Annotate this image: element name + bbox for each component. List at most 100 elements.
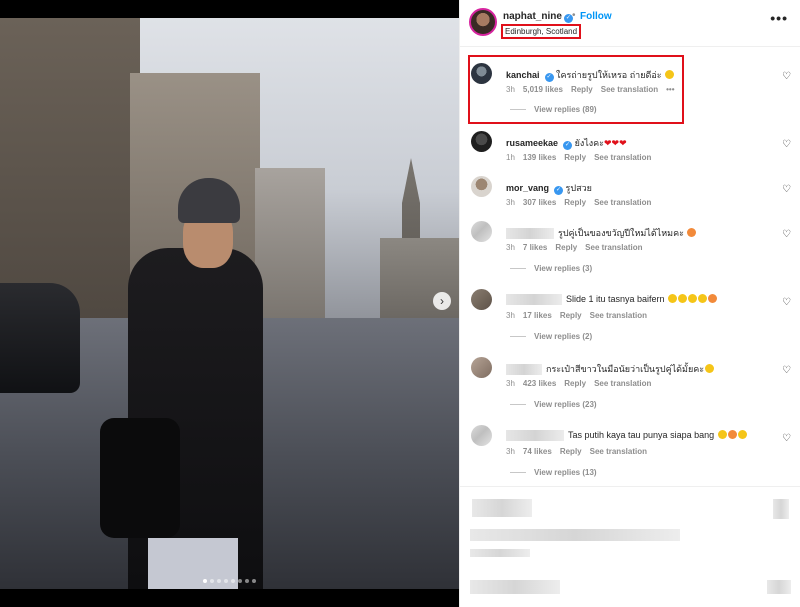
- comment-text: Slide 1 itu tasnya baifern: [506, 294, 718, 306]
- view-replies-button[interactable]: View replies (13): [510, 468, 597, 477]
- see-translation-button[interactable]: See translation: [590, 311, 647, 320]
- comment-likes[interactable]: 74 likes: [523, 447, 552, 456]
- comment-time[interactable]: 3h: [506, 198, 515, 207]
- carousel-dots: [0, 579, 459, 583]
- post-photo[interactable]: [0, 18, 459, 589]
- see-translation-button[interactable]: See translation: [594, 153, 651, 162]
- blurred-save-icon[interactable]: [773, 499, 789, 519]
- comment-body: ยังไงคะ: [574, 138, 605, 148]
- see-translation-button[interactable]: See translation: [585, 243, 642, 252]
- commenter-avatar[interactable]: [471, 425, 492, 446]
- view-replies-label[interactable]: View replies (3): [534, 264, 592, 273]
- follow-button[interactable]: Follow: [580, 11, 612, 22]
- reply-button[interactable]: Reply: [560, 311, 582, 320]
- post-header: naphat_nine ✓ • Follow Edinburgh, Scotlan…: [460, 0, 800, 46]
- like-heart-icon[interactable]: ♡: [782, 365, 791, 376]
- comment-body: รูปคู่เป็นของขวัญปีใหม่ได้ไหมคะ: [558, 228, 684, 238]
- view-replies-label[interactable]: View replies (23): [534, 400, 597, 409]
- comment-body: Slide 1 itu tasnya baifern: [566, 294, 665, 304]
- post-actions-footer: [460, 486, 800, 607]
- replies-dash: [510, 404, 526, 406]
- carousel-dot: [231, 579, 235, 583]
- reply-button[interactable]: Reply: [555, 243, 577, 252]
- carousel-dot: [252, 579, 256, 583]
- person-bag: [100, 418, 180, 538]
- comment-time[interactable]: 3h: [506, 243, 515, 252]
- reply-button[interactable]: Reply: [564, 379, 586, 388]
- view-replies-button[interactable]: View replies (2): [510, 332, 592, 341]
- blurred-likes-summary: [470, 529, 680, 541]
- reply-button[interactable]: Reply: [560, 447, 582, 456]
- commenter-avatar[interactable]: [471, 357, 492, 378]
- comment-meta: 3h 7 likes Reply See translation: [506, 243, 651, 252]
- carousel-dot: [238, 579, 242, 583]
- owner-username[interactable]: naphat_nine ✓: [503, 11, 573, 23]
- commenter-username[interactable]: rusameekae: [506, 138, 558, 148]
- blurred-username[interactable]: [506, 228, 554, 240]
- blurred-username[interactable]: [506, 430, 564, 442]
- comment-text: mor_vang ✓ รูปสวย: [506, 181, 592, 195]
- comment-text: กระเป๋าสีขาวในมือนัยว่าเป็นรูปคู่ได้มั้ย…: [506, 362, 715, 376]
- view-replies-label[interactable]: View replies (2): [534, 332, 592, 341]
- commenter-avatar[interactable]: [471, 221, 492, 242]
- heart-eyes-emoji-icon: [727, 430, 737, 439]
- comment-likes[interactable]: 7 likes: [523, 243, 547, 252]
- comment-meta: 3h 74 likes Reply See translation: [506, 447, 655, 456]
- replies-dash: [510, 268, 526, 270]
- location-link[interactable]: Edinburgh, Scotland: [501, 24, 582, 39]
- like-heart-icon[interactable]: ♡: [782, 297, 791, 308]
- comment-body: กระเป๋าสีขาวในมือนัยว่าเป็นรูปคู่ได้มั้ย…: [546, 364, 705, 374]
- see-translation-button[interactable]: See translation: [594, 379, 651, 388]
- carousel-dot: [203, 579, 207, 583]
- replies-dash: [510, 472, 526, 474]
- see-translation-button[interactable]: See translation: [594, 198, 651, 207]
- reply-button[interactable]: Reply: [564, 198, 586, 207]
- blurred-comment-box[interactable]: [470, 580, 560, 594]
- like-heart-icon[interactable]: ♡: [782, 229, 791, 240]
- view-replies-label[interactable]: View replies (13): [534, 468, 597, 477]
- like-heart-icon[interactable]: ♡: [782, 71, 791, 82]
- follow-separator: •: [572, 10, 576, 21]
- blurred-post-date: [470, 549, 530, 557]
- commenter-username[interactable]: mor_vang: [506, 183, 549, 193]
- like-heart-icon[interactable]: ♡: [782, 139, 791, 150]
- comment-likes[interactable]: 17 likes: [523, 311, 552, 320]
- replies-dash: [510, 336, 526, 338]
- comment-time[interactable]: 3h: [506, 311, 515, 320]
- comment-body: Tas putih kaya tau punya siapa bang: [568, 430, 715, 440]
- heart-eyes-emoji-icon: [687, 228, 697, 237]
- comment-time[interactable]: 3h: [506, 379, 515, 388]
- grin-emoji-icon: [678, 294, 688, 303]
- comment-likes[interactable]: 139 likes: [523, 153, 556, 162]
- blurred-action-icons[interactable]: [472, 499, 532, 517]
- like-heart-icon[interactable]: ♡: [782, 184, 791, 195]
- commenter-avatar[interactable]: [471, 176, 492, 197]
- commenter-avatar[interactable]: [471, 289, 492, 310]
- view-replies-button[interactable]: View replies (3): [510, 264, 592, 273]
- reply-button[interactable]: Reply: [564, 153, 586, 162]
- blurred-username[interactable]: [506, 364, 542, 376]
- commenter-avatar[interactable]: [471, 131, 492, 152]
- comment-text: Tas putih kaya tau punya siapa bang: [506, 430, 747, 442]
- see-translation-button[interactable]: See translation: [590, 447, 647, 456]
- comment-time[interactable]: 1h: [506, 153, 515, 162]
- like-heart-icon[interactable]: ♡: [782, 433, 791, 444]
- comment-likes[interactable]: 307 likes: [523, 198, 556, 207]
- highlight-box: [468, 55, 684, 124]
- owner-avatar[interactable]: [469, 8, 497, 36]
- verified-icon: ✓: [554, 186, 564, 195]
- grin-emoji-icon: [737, 430, 747, 439]
- grin-emoji-icon: [717, 430, 727, 439]
- grin-emoji-icon: [668, 294, 678, 303]
- blurred-post-button[interactable]: [767, 580, 791, 594]
- view-replies-button[interactable]: View replies (23): [510, 400, 597, 409]
- grin-emoji-icon: [705, 364, 715, 373]
- comment-likes[interactable]: 423 likes: [523, 379, 556, 388]
- comment-text: รูปคู่เป็นของขวัญปีใหม่ได้ไหมคะ: [506, 226, 697, 240]
- header-divider: [460, 46, 800, 47]
- comment-time[interactable]: 3h: [506, 447, 515, 456]
- owner-username-text[interactable]: naphat_nine: [503, 11, 562, 22]
- next-photo-button[interactable]: ›: [433, 292, 451, 310]
- more-options-icon[interactable]: •••: [770, 10, 788, 26]
- blurred-username[interactable]: [506, 294, 562, 306]
